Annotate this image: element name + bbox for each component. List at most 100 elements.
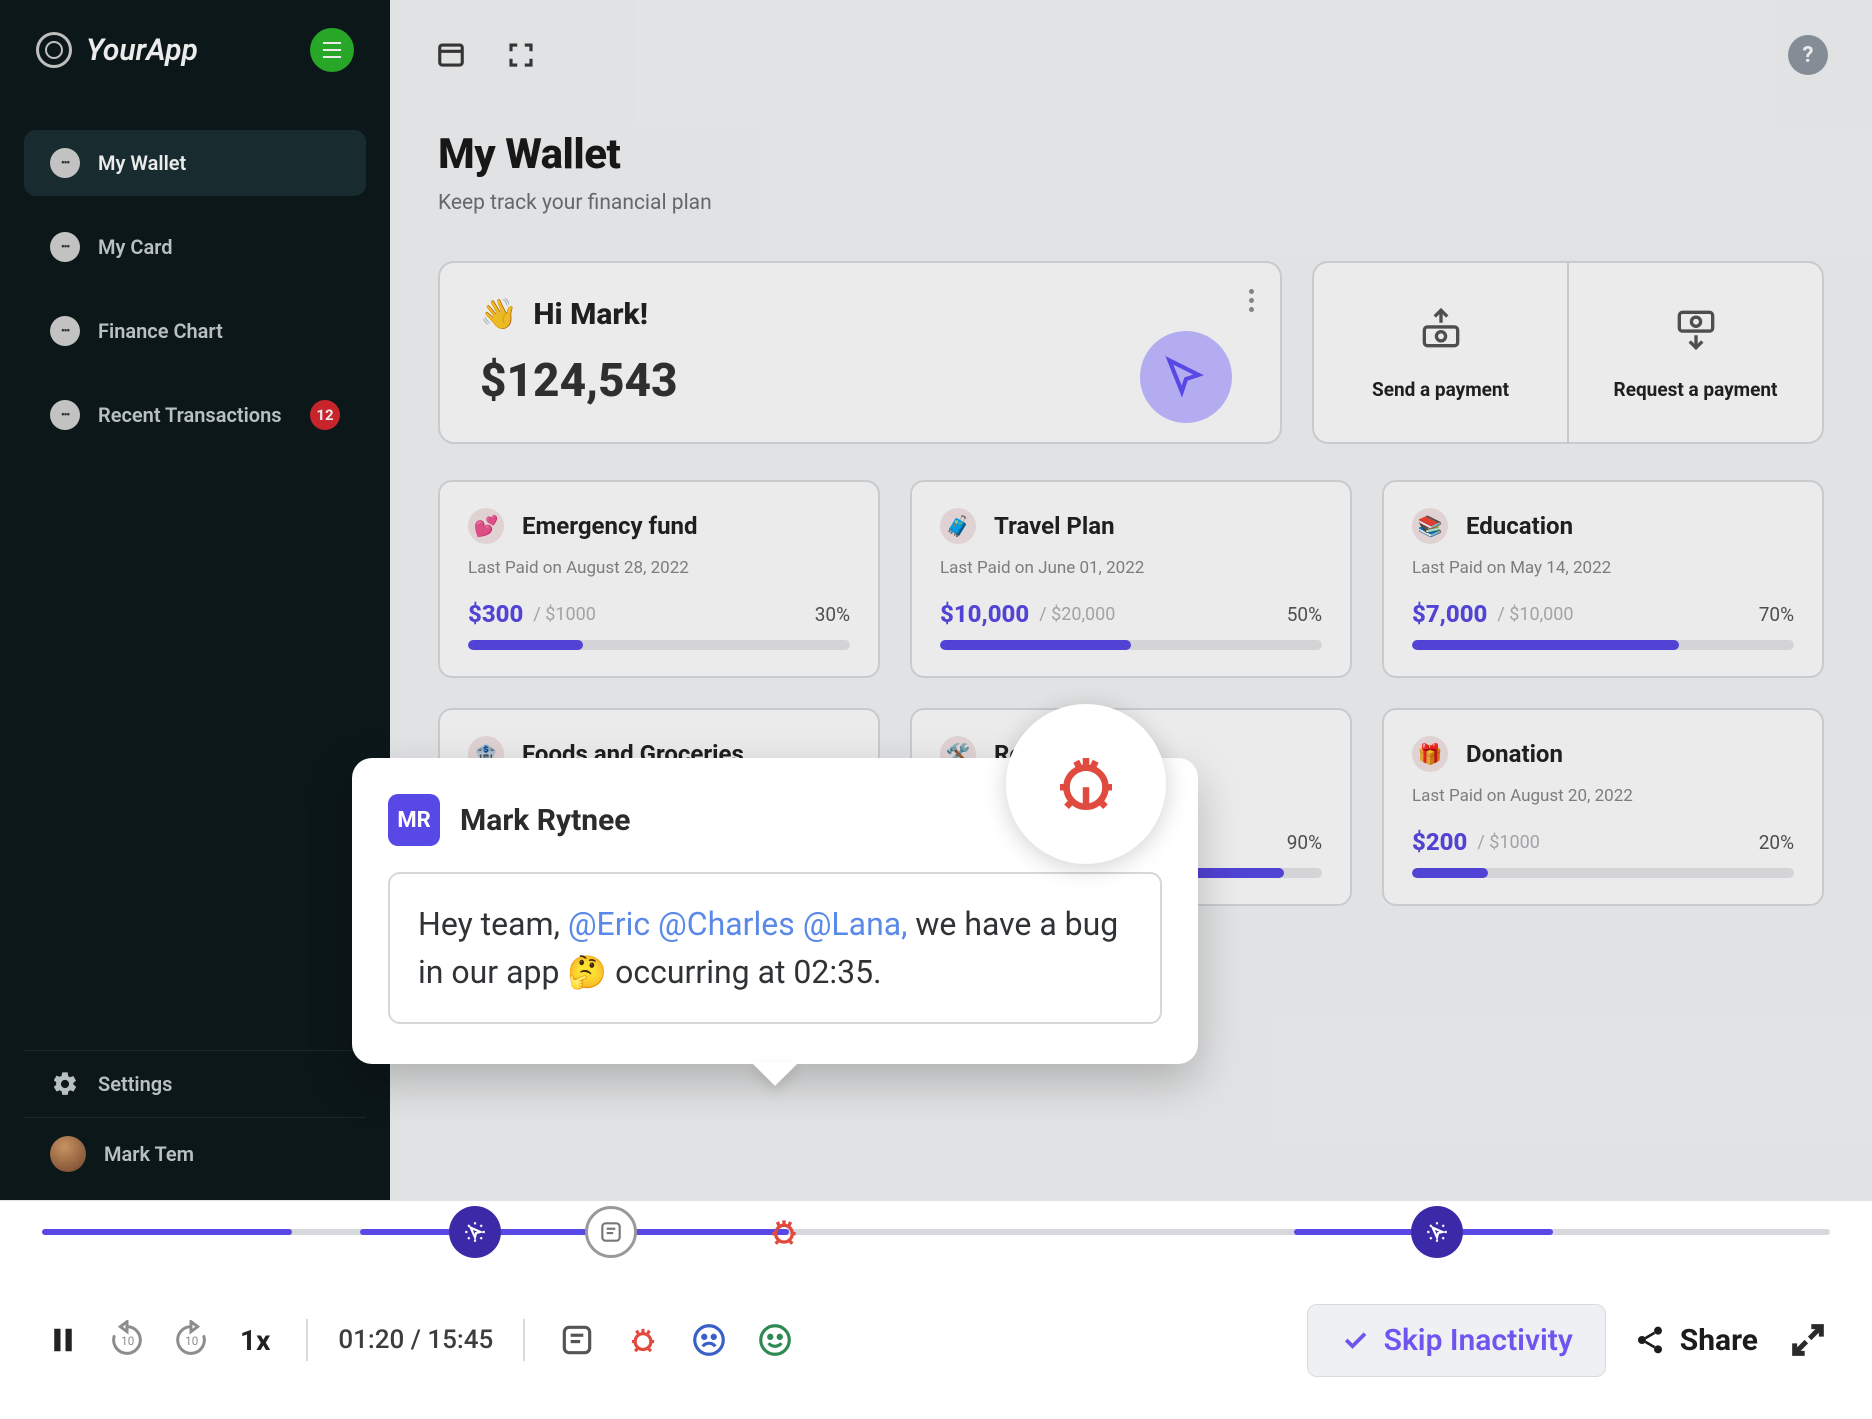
plan-amount: $10,000	[940, 600, 1029, 628]
bug-tool-button[interactable]	[621, 1318, 665, 1362]
balance-card: 👋 Hi Mark! $124,543	[438, 261, 1282, 444]
plan-card[interactable]: 💕Emergency fundLast Paid on August 28, 2…	[438, 480, 880, 678]
skip-inactivity-button[interactable]: Skip Inactivity	[1307, 1304, 1606, 1377]
app-logo[interactable]: YourApp	[36, 32, 198, 68]
chat-icon: •••	[50, 316, 80, 346]
user-name: Mark Tem	[104, 1142, 194, 1166]
progress-bar	[468, 640, 850, 650]
page-title: My Wallet	[438, 130, 1824, 179]
timeline-marker-note[interactable]	[585, 1206, 637, 1258]
plan-last-paid: Last Paid on August 28, 2022	[468, 558, 850, 578]
happy-feedback-button[interactable]	[753, 1318, 797, 1362]
expand-icon[interactable]	[504, 38, 538, 72]
svg-text:10: 10	[185, 1334, 198, 1348]
brand-name: YourApp	[86, 33, 198, 68]
wave-emoji: 👋	[480, 297, 517, 332]
sidebar-item-label: Finance Chart	[98, 319, 223, 343]
mention[interactable]: @Lana,	[803, 905, 908, 943]
sidebar-item-settings[interactable]: Settings	[24, 1050, 366, 1117]
sidebar-header: YourApp	[0, 0, 390, 100]
menu-toggle-button[interactable]	[310, 28, 354, 72]
logo-icon	[36, 32, 72, 68]
plan-name: Travel Plan	[994, 512, 1115, 540]
chat-icon: •••	[50, 232, 80, 262]
request-payment-button[interactable]: Request a payment	[1569, 263, 1822, 442]
playback-time: 01:20 / 15:45	[338, 1325, 493, 1355]
plan-icon: 📚	[1412, 508, 1448, 544]
bug-badge	[1006, 704, 1166, 864]
mention[interactable]: @Charles	[658, 905, 795, 943]
plan-amount: $300	[468, 600, 523, 628]
comment-avatar: MR	[388, 794, 440, 846]
sidebar-item-label: My Wallet	[98, 151, 186, 175]
progress-bar	[940, 640, 1322, 650]
playback-speed[interactable]: 1x	[240, 1324, 270, 1357]
timeline[interactable]	[0, 1201, 1872, 1261]
request-label: Request a payment	[1614, 378, 1778, 401]
note-tool-button[interactable]	[555, 1318, 599, 1362]
plan-percent: 30%	[815, 603, 850, 626]
forward-10-button[interactable]: 10	[170, 1319, 212, 1361]
timeline-segment	[42, 1229, 292, 1235]
plan-card[interactable]: 📚EducationLast Paid on May 14, 2022$7,00…	[1382, 480, 1824, 678]
thinking-emoji: 🤔	[567, 953, 607, 991]
comment-body[interactable]: Hey team, @Eric @Charles @Lana, we have …	[388, 872, 1162, 1024]
svg-text:10: 10	[121, 1334, 134, 1348]
plan-goal: / $10,000	[1497, 604, 1573, 625]
send-payment-button[interactable]: Send a payment	[1314, 263, 1569, 442]
fullscreen-button[interactable]	[1786, 1318, 1830, 1362]
page-subtitle: Keep track your financial plan	[438, 191, 1824, 215]
actions-card: Send a payment Request a payment	[1312, 261, 1824, 444]
timeline-segment	[360, 1229, 789, 1235]
separator	[523, 1319, 525, 1361]
timeline-marker-click[interactable]	[1411, 1206, 1463, 1258]
timeline-marker-bug[interactable]	[758, 1206, 810, 1258]
plan-percent: 70%	[1759, 603, 1794, 626]
sidebar-item-recent-transactions[interactable]: ••• Recent Transactions 12	[24, 382, 366, 448]
sidebar-item-my-wallet[interactable]: ••• My Wallet	[24, 130, 366, 196]
more-icon[interactable]	[1249, 289, 1254, 312]
avatar	[50, 1136, 86, 1172]
plan-name: Education	[1466, 512, 1573, 540]
sidebar-item-label: My Card	[98, 235, 173, 259]
rewind-10-button[interactable]: 10	[106, 1319, 148, 1361]
sidebar-item-label: Recent Transactions	[98, 403, 282, 427]
mention[interactable]: @Eric	[568, 905, 650, 943]
greeting: 👋 Hi Mark!	[480, 297, 1240, 332]
greeting-text: Hi Mark!	[533, 297, 648, 332]
sidebar-badge: 12	[310, 400, 340, 430]
sidebar-item-my-card[interactable]: ••• My Card	[24, 214, 366, 280]
plan-name: Donation	[1466, 740, 1563, 768]
gear-icon	[50, 1069, 80, 1099]
timeline-track[interactable]	[42, 1229, 1830, 1235]
sidebar-nav: ••• My Wallet ••• My Card ••• Finance Ch…	[0, 100, 390, 478]
plan-goal: / $1000	[1477, 832, 1539, 853]
help-button[interactable]: ?	[1788, 35, 1828, 75]
sidebar-user-profile[interactable]: Mark Tem	[24, 1117, 366, 1190]
settings-label: Settings	[98, 1072, 172, 1096]
plan-icon: 🎁	[1412, 736, 1448, 772]
progress-bar	[1412, 640, 1794, 650]
summary-row: 👋 Hi Mark! $124,543 Send a payment	[438, 261, 1824, 444]
window-icon[interactable]	[434, 38, 468, 72]
plan-card[interactable]: 🎁 Donation Last Paid on August 20, 2022 $20…	[1382, 708, 1824, 906]
plan-last-paid: Last Paid on June 01, 2022	[940, 558, 1322, 578]
chat-icon: •••	[50, 148, 80, 178]
plan-last-paid: Last Paid on May 14, 2022	[1412, 558, 1794, 578]
sidebar-footer: Settings Mark Tem	[0, 1030, 390, 1200]
plan-last-paid: Last Paid on August 20, 2022	[1412, 786, 1794, 806]
send-label: Send a payment	[1372, 378, 1509, 401]
replay-cursor-icon	[1140, 331, 1232, 423]
plan-card[interactable]: 🧳Travel PlanLast Paid on June 01, 2022$1…	[910, 480, 1352, 678]
topbar: ?	[390, 0, 1872, 110]
timeline-marker-click[interactable]	[449, 1206, 501, 1258]
comment-popup: MR Mark Rytnee Hey team, @Eric @Charles …	[352, 758, 1198, 1064]
plan-amount: $200	[1412, 828, 1467, 856]
pause-button[interactable]	[42, 1319, 84, 1361]
progress-bar	[1412, 868, 1794, 878]
sidebar: YourApp ••• My Wallet ••• My Card ••• Fi…	[0, 0, 390, 1200]
sidebar-item-finance-chart[interactable]: ••• Finance Chart	[24, 298, 366, 364]
share-button[interactable]: Share	[1634, 1323, 1758, 1358]
sad-feedback-button[interactable]	[687, 1318, 731, 1362]
receive-icon	[1671, 304, 1721, 358]
